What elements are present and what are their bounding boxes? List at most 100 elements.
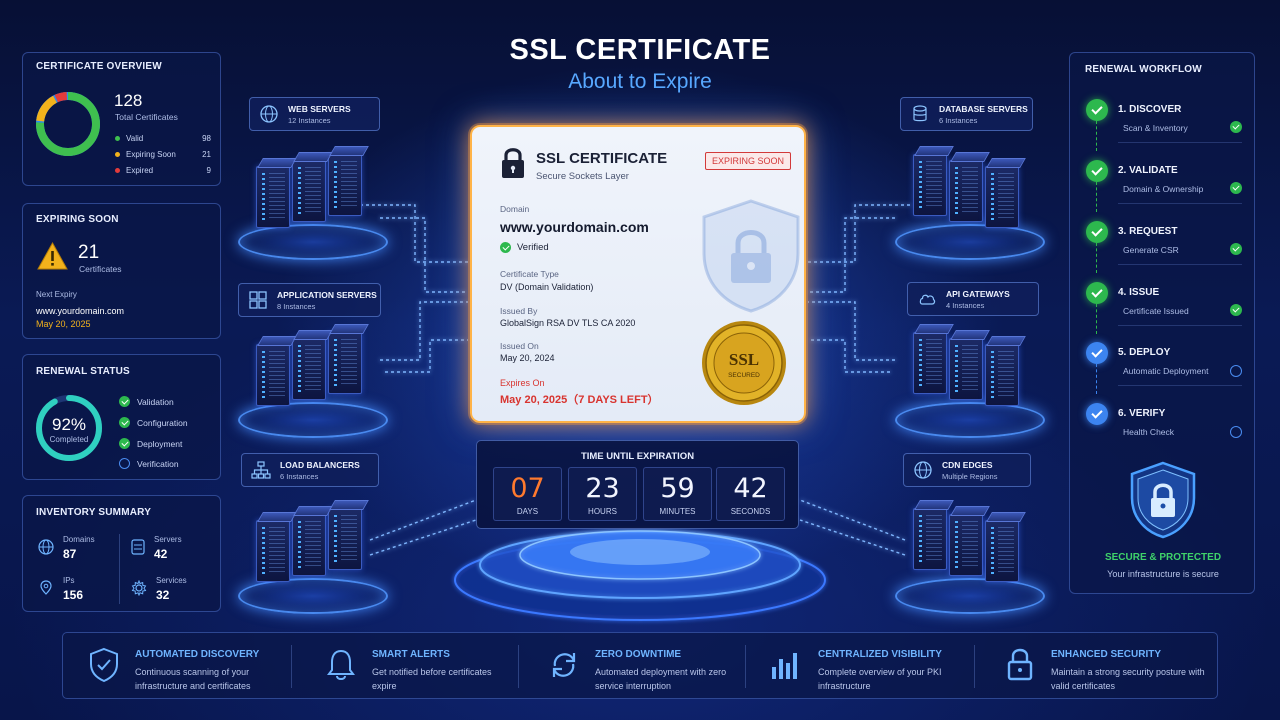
workflow-connector	[1096, 121, 1097, 151]
server-top	[329, 324, 369, 334]
server-group-name: LOAD BALANCERS	[280, 459, 360, 470]
step-desc: Health Check	[1123, 427, 1175, 437]
database-icon	[913, 105, 927, 122]
step-divider	[1118, 203, 1242, 204]
load-balancers-label[interactable]: LOAD BALANCERS 6 Instances	[241, 453, 379, 487]
next-expiry-domain[interactable]: www.yourdomain.com	[36, 306, 124, 316]
api-gateways-label[interactable]: API GATEWAYS 4 Instances	[907, 282, 1039, 316]
server-tower	[913, 332, 947, 394]
valid-dot-icon	[115, 136, 120, 142]
overview-title: CERTIFICATE OVERVIEW	[36, 61, 162, 72]
platform-ring	[895, 578, 1045, 614]
shield-lock-watermark-icon	[702, 199, 800, 313]
check-icon	[119, 417, 130, 428]
workflow-connector	[1096, 364, 1097, 394]
step-desc: Certificate Issued	[1123, 306, 1189, 316]
certificate-type: DV (Domain Validation)	[500, 282, 594, 292]
step-check-icon	[1086, 282, 1108, 304]
server-top	[950, 152, 990, 162]
platform-ring	[238, 224, 388, 260]
verified-label: Verified	[517, 242, 549, 253]
countdown-value: 59	[660, 473, 695, 504]
expired-dot-icon	[115, 168, 120, 174]
server-icon	[131, 539, 145, 555]
server-group-count: Multiple Regions	[942, 471, 998, 481]
server-tower	[292, 338, 326, 400]
step-done-icon	[1230, 304, 1242, 316]
next-expiry-label: Next Expiry	[36, 290, 77, 299]
workflow-connector	[1096, 182, 1097, 212]
expiring-soon-panel: EXPIRING SOON 21 Certificates Next Expir…	[22, 203, 221, 339]
feature-automated-discovery: AUTOMATED DISCOVERY Continuous scanning …	[88, 633, 293, 700]
feature-centralized-visibility: CENTRALIZED VISIBILITY Complete overview…	[769, 633, 974, 700]
inventory-domains: Domains 87	[38, 535, 95, 561]
expiring-count: 21	[78, 242, 100, 263]
bell-icon	[327, 649, 355, 680]
server-tower	[328, 508, 362, 570]
ssl-secured-seal-icon: SSL SECURED	[702, 321, 786, 405]
renewal-item-label: Deployment	[137, 438, 183, 449]
inventory-ips: IPs 156	[38, 576, 83, 602]
expires-on-label: Expires On	[500, 378, 545, 388]
secure-subtitle: Your infrastructure is secure	[1107, 569, 1219, 579]
step-pending-icon	[1230, 365, 1242, 377]
server-group-name: CDN EDGES	[942, 459, 993, 470]
step-desc: Scan & Inventory	[1123, 123, 1188, 133]
database-servers-label[interactable]: DATABASE SERVERS 6 Instances	[900, 97, 1033, 131]
legend-expiring: Expiring Soon 21	[115, 150, 211, 159]
legend-label: Expired	[126, 166, 154, 175]
step-check-icon	[1086, 403, 1108, 425]
feature-divider	[291, 645, 292, 688]
grid-icon	[249, 291, 267, 309]
cdn-edges-label[interactable]: CDN EDGES Multiple Regions	[903, 453, 1031, 487]
features-bar: AUTOMATED DISCOVERY Continuous scanning …	[62, 632, 1218, 699]
shield-icon	[90, 647, 118, 683]
renewal-item-label: Verification	[137, 458, 179, 469]
issued-on-label: Issued On	[500, 341, 539, 351]
step-done-icon	[1230, 243, 1242, 255]
server-tower	[985, 520, 1019, 582]
countdown-minutes: 59 MINUTES	[643, 467, 712, 521]
globe-icon	[914, 461, 932, 479]
globe-icon	[38, 539, 54, 555]
application-server-rack	[228, 318, 398, 438]
server-top	[950, 330, 990, 340]
web-servers-label[interactable]: WEB SERVERS 12 Instances	[249, 97, 380, 131]
padlock-icon	[502, 148, 524, 178]
server-top	[950, 506, 990, 516]
expires-on: May 20, 2025（7 DAYS LEFT）	[500, 394, 659, 406]
expiring-dot-icon	[115, 152, 120, 158]
server-group-count: 6 Instances	[939, 115, 978, 125]
certificate-donut-chart	[36, 92, 100, 156]
feature-title: CENTRALIZED VISIBILITY	[818, 649, 942, 660]
secure-title: SECURE & PROTECTED	[1104, 552, 1222, 563]
legend-valid: Valid 98	[115, 134, 211, 143]
countdown-hours: 23 HOURS	[568, 467, 637, 521]
inventory-label: Servers	[154, 535, 182, 544]
certificate-type-label: Certificate Type	[500, 269, 559, 279]
certificate-title: SSL CERTIFICATE	[536, 150, 668, 167]
step-name: 6. VERIFY	[1118, 408, 1166, 419]
ssl-certificate-card[interactable]: SSL CERTIFICATE Secure Sockets Layer EXP…	[470, 125, 806, 423]
step-check-icon	[1086, 342, 1108, 364]
legend-value: 21	[202, 150, 211, 159]
server-tower	[328, 332, 362, 394]
bar-chart-icon	[772, 653, 797, 679]
inventory-services: Services 32	[131, 576, 187, 602]
feature-smart-alerts: SMART ALERTS Get notified before certifi…	[325, 633, 530, 700]
step-check-icon	[1086, 99, 1108, 121]
certificate-domain[interactable]: www.yourdomain.com	[500, 219, 649, 235]
application-servers-label[interactable]: APPLICATION SERVERS 8 Instances	[238, 283, 381, 317]
countdown-unit: DAYS	[516, 507, 539, 516]
server-tower	[985, 166, 1019, 228]
cdn-edge-rack	[885, 494, 1055, 614]
server-group-count: 6 Instances	[280, 471, 319, 481]
server-tower	[328, 154, 362, 216]
server-top	[329, 146, 369, 156]
step-name: 5. DEPLOY	[1118, 347, 1171, 358]
server-group-name: API GATEWAYS	[946, 288, 1010, 299]
countdown-value: 07	[510, 473, 545, 504]
inventory-value: 156	[63, 588, 84, 602]
next-expiry-date: May 20, 2025	[36, 319, 91, 329]
step-divider	[1118, 264, 1242, 265]
